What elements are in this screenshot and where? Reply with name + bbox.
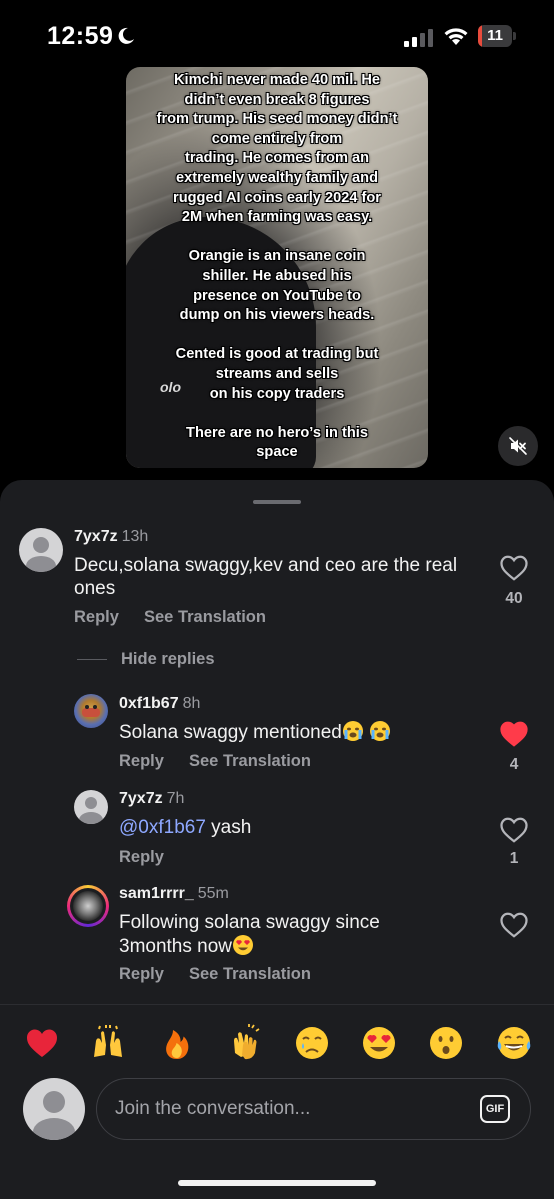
caption-line: Cented is good at trading but <box>175 346 379 363</box>
comment-time: 13h <box>121 528 149 545</box>
caption-line: trading. He comes from an <box>184 150 370 167</box>
caption-line: didn’t even break 8 figures <box>184 91 370 108</box>
reply-button[interactable]: Reply <box>119 965 164 984</box>
video-player[interactable]: olo Kimchi never made 40 mil. He didn’t e… <box>126 67 428 468</box>
clock-time: 12:59 <box>47 22 114 50</box>
crying-emoji[interactable] <box>292 1023 332 1063</box>
status-bar: 12:59 11 <box>0 0 554 70</box>
avatar[interactable] <box>67 885 109 927</box>
comment-composer-bar: GIF <box>0 1004 554 1199</box>
wifi-icon <box>444 28 468 45</box>
reply-time: 7h <box>166 790 185 807</box>
heart-outline-icon[interactable] <box>499 816 529 844</box>
caption-line: rugged AI coins early 2024 for <box>173 189 381 206</box>
comment-username[interactable]: 7yx7z 13h <box>74 528 148 546</box>
battery-level: 11 <box>487 27 503 44</box>
mute-button[interactable] <box>498 426 538 466</box>
caption-line: There are no hero’s in this <box>186 424 368 441</box>
caption-line: come entirely from <box>211 130 343 147</box>
speaker-muted-icon <box>509 437 527 455</box>
reply-text: Solana swaggy mentioned <box>119 720 391 744</box>
heart-filled-icon[interactable] <box>499 720 529 748</box>
avatar[interactable] <box>74 790 108 824</box>
avatar[interactable] <box>74 694 108 728</box>
caption-line: Orangie is an insane coin <box>188 248 366 265</box>
caption-line: presence on YouTube to <box>193 287 361 304</box>
comment-input-container: GIF <box>96 1078 531 1140</box>
reply-time: 55m <box>197 885 229 902</box>
reply-username[interactable]: 0xf1b67 8h <box>119 695 200 713</box>
see-translation-button[interactable]: See Translation <box>189 752 311 771</box>
reply-username[interactable]: sam1rrrr_ 55m <box>119 885 229 903</box>
comment-input[interactable] <box>115 1079 455 1139</box>
heart-eyes-emoji[interactable] <box>359 1023 399 1063</box>
like-count: 4 <box>509 756 519 773</box>
reply-username[interactable]: 7yx7z 7h <box>119 790 184 808</box>
reply-time: 8h <box>182 695 201 712</box>
video-caption: Kimchi never made 40 mil. He didn’t even … <box>126 67 428 463</box>
sheet-grabber[interactable] <box>253 500 301 504</box>
crying-face-emoji <box>342 721 391 743</box>
reply-text: Following solana swaggy since 3months now <box>119 912 380 957</box>
raised-hands-emoji[interactable] <box>88 1023 128 1063</box>
home-indicator[interactable] <box>178 1180 376 1186</box>
caption-line: Kimchi never made 40 mil. He <box>173 72 381 88</box>
caption-line: dump on his viewers heads. <box>179 307 375 324</box>
caption-line: shiller. He abused his <box>202 267 352 284</box>
divider <box>77 659 107 660</box>
caption-line: on his copy traders <box>209 385 345 402</box>
comment-text: Decu,solana swaggy,kev and ceo are the r… <box>74 555 458 599</box>
reply-text: @0xf1b67 yash <box>119 817 252 838</box>
like-count: 1 <box>509 850 519 867</box>
gif-button[interactable]: GIF <box>480 1095 510 1123</box>
caption-line: streams and sells <box>215 365 339 382</box>
like-count: 40 <box>505 590 523 607</box>
reply-button[interactable]: Reply <box>74 608 119 627</box>
surprised-emoji[interactable] <box>426 1023 466 1063</box>
battery-icon: 11 <box>478 25 516 47</box>
heart-outline-icon[interactable] <box>499 911 529 939</box>
tears-of-joy-emoji[interactable] <box>494 1023 534 1063</box>
hide-replies-button[interactable]: Hide replies <box>121 650 215 669</box>
heart-outline-icon[interactable] <box>499 554 529 582</box>
fire-emoji[interactable] <box>157 1023 197 1063</box>
caption-line: 2M when farming was easy. <box>181 209 373 226</box>
caption-line: extremely wealthy family and <box>176 169 378 186</box>
caption-line: space <box>256 444 298 461</box>
heart-emoji[interactable] <box>22 1023 62 1063</box>
signal-icon <box>404 29 433 47</box>
quick-reactions <box>0 1023 554 1063</box>
see-translation-button[interactable]: See Translation <box>189 965 311 984</box>
reply-button[interactable]: Reply <box>119 848 164 867</box>
moon-icon <box>118 27 134 44</box>
caption-line: from trump. His seed money didn’t <box>156 111 398 128</box>
user-mention-link[interactable]: @0xf1b67 <box>119 817 206 838</box>
reply-button[interactable]: Reply <box>119 752 164 771</box>
avatar[interactable] <box>19 528 63 572</box>
heart-eyes-emoji <box>232 935 254 957</box>
my-avatar[interactable] <box>23 1078 85 1140</box>
clapping-emoji[interactable] <box>225 1023 265 1063</box>
see-translation-button[interactable]: See Translation <box>144 608 266 627</box>
